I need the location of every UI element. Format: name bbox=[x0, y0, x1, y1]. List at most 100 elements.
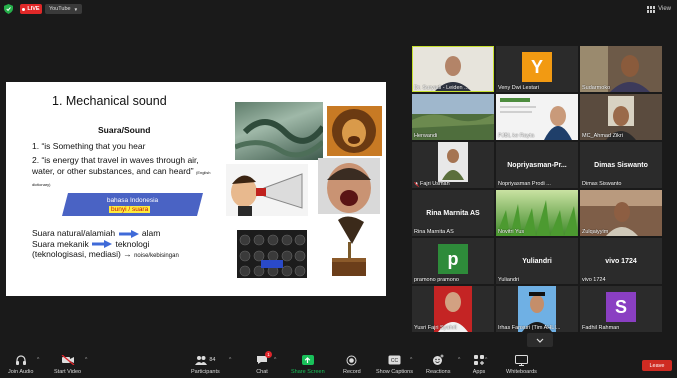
tile-name: Yusri Fajri Syahril bbox=[414, 325, 457, 331]
megaphone-woman-image bbox=[226, 164, 308, 216]
chat-label: Chat bbox=[256, 369, 268, 375]
participant-tile[interactable]: Nopriyasman-Pr... Nopriyasman Prodi ... bbox=[496, 142, 578, 188]
participant-tile[interactable]: Irhas Fansuri (Tim AHLI... bbox=[496, 286, 578, 332]
arrow-right-icon bbox=[92, 240, 113, 249]
chevron-up-icon[interactable]: ^ bbox=[458, 357, 460, 363]
show-captions-button[interactable]: CC Show Captions bbox=[376, 354, 413, 375]
natural-line: Suara natural/alamiah alam bbox=[32, 228, 242, 239]
participant-tile[interactable]: S Fadhil Rahman bbox=[580, 286, 662, 332]
whiteboards-button[interactable]: Whiteboards bbox=[506, 354, 537, 375]
shield-icon[interactable] bbox=[4, 4, 13, 14]
reactions-button[interactable]: Reactions bbox=[426, 354, 450, 375]
live-label: LIVE bbox=[27, 6, 40, 12]
tile-name: Herwandi bbox=[414, 133, 438, 139]
participant-tile[interactable]: PJBL ke Rayta bbox=[496, 94, 578, 140]
participant-tile[interactable]: vivo 1724 vivo 1724 bbox=[580, 238, 662, 284]
chat-button[interactable]: 1 Chat bbox=[255, 351, 272, 375]
natural-target: alam bbox=[141, 228, 161, 238]
apps-label: Apps bbox=[472, 369, 486, 375]
tile-name: Irhas Fansuri (Tim AHLI... bbox=[498, 325, 561, 331]
participant-tile[interactable]: MC_Ahmad Zikri bbox=[580, 94, 662, 140]
smile-plus-icon bbox=[433, 354, 444, 365]
tile-name: Nopriyasman Prodi ... bbox=[498, 181, 551, 187]
chevron-up-icon[interactable]: ^ bbox=[85, 357, 87, 363]
chevron-up-icon[interactable]: ^ bbox=[485, 357, 487, 363]
participant-tile[interactable]: Herwandi bbox=[412, 94, 494, 140]
svg-text:CC: CC bbox=[391, 358, 399, 364]
participant-tile[interactable]: Dr. Suryadi - Leiden ... bbox=[412, 46, 494, 92]
arrow-icon: → bbox=[123, 249, 135, 259]
participant-tile[interactable]: p pramono pramono bbox=[412, 238, 494, 284]
tile-name: Yuliandri bbox=[498, 277, 520, 283]
shouting-man-image bbox=[318, 158, 380, 214]
live-badge[interactable]: LIVE bbox=[20, 4, 42, 14]
mekanik-line: Suara mekanik teknologi bbox=[32, 239, 242, 250]
bahasa-label: bahasa Indonesia bbox=[106, 197, 159, 204]
participant-tile[interactable]: Rina Marnita AS Rina Marnita AS bbox=[412, 190, 494, 236]
rain-leaves-image bbox=[235, 102, 323, 160]
share-screen-label: Share Screen bbox=[291, 369, 325, 375]
mekanik-text: Suara mekanik bbox=[32, 238, 89, 249]
join-audio-button[interactable]: Join Audio bbox=[8, 354, 33, 375]
participants-icon bbox=[195, 356, 208, 365]
record-button[interactable]: Record bbox=[343, 354, 361, 375]
record-icon bbox=[346, 355, 357, 365]
participant-tile[interactable]: Yuliandri Yuliandri bbox=[496, 238, 578, 284]
whiteboards-label: Whiteboards bbox=[506, 369, 537, 375]
mekanik-target: teknologi bbox=[115, 238, 150, 249]
view-button[interactable]: View bbox=[647, 4, 671, 14]
chat-badge: 1 bbox=[265, 351, 272, 358]
view-label: View bbox=[658, 6, 671, 12]
apps-button[interactable]: Apps bbox=[472, 354, 486, 375]
stream-dropdown[interactable]: YouTube ▼ bbox=[45, 4, 82, 14]
lion-image bbox=[327, 106, 382, 156]
top-bar: LIVE YouTube ▼ View bbox=[0, 0, 677, 18]
participant-tile[interactable]: Novitri Yus bbox=[496, 190, 578, 236]
tile-name: Fajri Usman bbox=[420, 181, 450, 187]
whiteboard-icon bbox=[514, 354, 528, 366]
participant-tile[interactable]: Yusri Fajri Syahril bbox=[412, 286, 494, 332]
bahasa-box: bahasa Indonesia bunyi / suara bbox=[62, 193, 203, 216]
bahasa-highlight: bunyi / suara bbox=[109, 206, 151, 213]
start-video-button[interactable]: Start Video bbox=[54, 354, 81, 375]
tile-name: pramono pramono bbox=[414, 277, 459, 283]
participant-tile[interactable]: Y Veny Dwi Lestari bbox=[496, 46, 578, 92]
participant-tile[interactable]: Sudarmoko bbox=[580, 46, 662, 92]
chevron-up-icon[interactable]: ^ bbox=[229, 357, 231, 363]
tile-name: Dr. Suryadi - Leiden ... bbox=[414, 85, 469, 91]
participant-count: 84 bbox=[209, 357, 216, 363]
share-screen-button[interactable]: Share Screen bbox=[291, 354, 325, 375]
record-label: Record bbox=[343, 369, 361, 375]
start-video-label: Start Video bbox=[54, 369, 82, 375]
tekno-line: (teknologisasi, mediasi) → noise/kebisin… bbox=[32, 249, 242, 262]
chevron-up-icon[interactable]: ^ bbox=[274, 357, 276, 363]
leave-button[interactable]: Leave bbox=[642, 360, 672, 371]
participants-label: Participants bbox=[191, 369, 220, 375]
show-captions-label: Show Captions bbox=[376, 369, 413, 375]
tile-name: Rina Marnita AS bbox=[414, 229, 454, 235]
avatar: S bbox=[606, 292, 636, 322]
tile-name: Novitri Yus bbox=[498, 229, 525, 235]
chevron-up-icon[interactable]: ^ bbox=[410, 357, 412, 363]
tile-name: vivo 1724 bbox=[582, 277, 606, 283]
tekno-text: (teknologisasi, mediasi) bbox=[32, 249, 121, 259]
grid-view-icon bbox=[647, 5, 656, 13]
participant-tile[interactable]: Dimas Siswanto Dimas Siswanto bbox=[580, 142, 662, 188]
share-screen-icon bbox=[301, 355, 314, 365]
stream-label: YouTube bbox=[48, 6, 71, 12]
tile-name: Zulqaiyyim bbox=[582, 229, 609, 235]
tile-name: MC_Ahmad Zikri bbox=[582, 133, 623, 139]
chevron-down-icon bbox=[536, 338, 544, 343]
participant-tile[interactable]: Fajri Usman bbox=[412, 142, 494, 188]
arrow-right-icon bbox=[118, 229, 139, 238]
participant-gallery: Dr. Suryadi - Leiden ... Y Veny Dwi Lest… bbox=[412, 46, 662, 332]
tile-name: Dimas Siswanto bbox=[582, 181, 622, 187]
zoom-meeting-window: LIVE YouTube ▼ View 1. Mechanical sound … bbox=[0, 0, 677, 378]
participants-button[interactable]: 84 Participants bbox=[191, 354, 220, 375]
chevron-up-icon[interactable]: ^ bbox=[37, 357, 39, 363]
tile-name: PJBL ke Rayta bbox=[498, 133, 535, 139]
slide-subtitle: Suara/Sound bbox=[98, 125, 151, 135]
participant-tile[interactable]: Zulqaiyyim bbox=[580, 190, 662, 236]
speaker-stack-image bbox=[237, 230, 307, 278]
next-page-button[interactable] bbox=[527, 333, 553, 347]
